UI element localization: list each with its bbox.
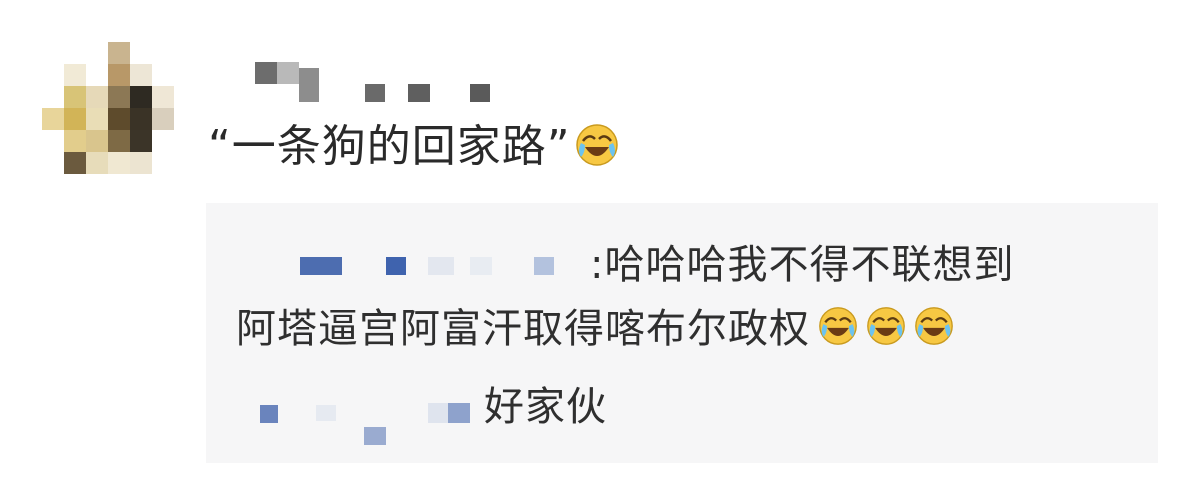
reply-1-line-1: :哈哈哈我不得不联想到	[590, 237, 1014, 293]
laughing-crying-emoji-icon	[915, 307, 953, 345]
reply-1-text-1: 哈哈哈我不得不联想到	[604, 242, 1015, 288]
reply-2-line: 好家伙	[484, 379, 607, 435]
reply-1-line-2: 阿塔逼宫阿富汗取得喀布尔政权	[236, 301, 954, 357]
comment-body: “一条狗的回家路”	[208, 121, 571, 172]
avatar[interactable]	[42, 42, 174, 174]
reply-2-text: 好家伙	[484, 384, 607, 430]
reply-separator: :	[590, 242, 605, 288]
laughing-crying-emoji-icon	[819, 307, 857, 345]
comment-text: “一条狗的回家路”	[208, 117, 619, 177]
reply-1-text-2: 阿塔逼宫阿富汗取得喀布尔政权	[236, 306, 810, 352]
laughing-crying-emoji-icon	[867, 307, 905, 345]
laughing-crying-emoji-icon	[575, 124, 618, 166]
reply-section: :哈哈哈我不得不联想到 阿塔逼宫阿富汗取得喀布尔政权 好家伙	[206, 203, 1158, 463]
